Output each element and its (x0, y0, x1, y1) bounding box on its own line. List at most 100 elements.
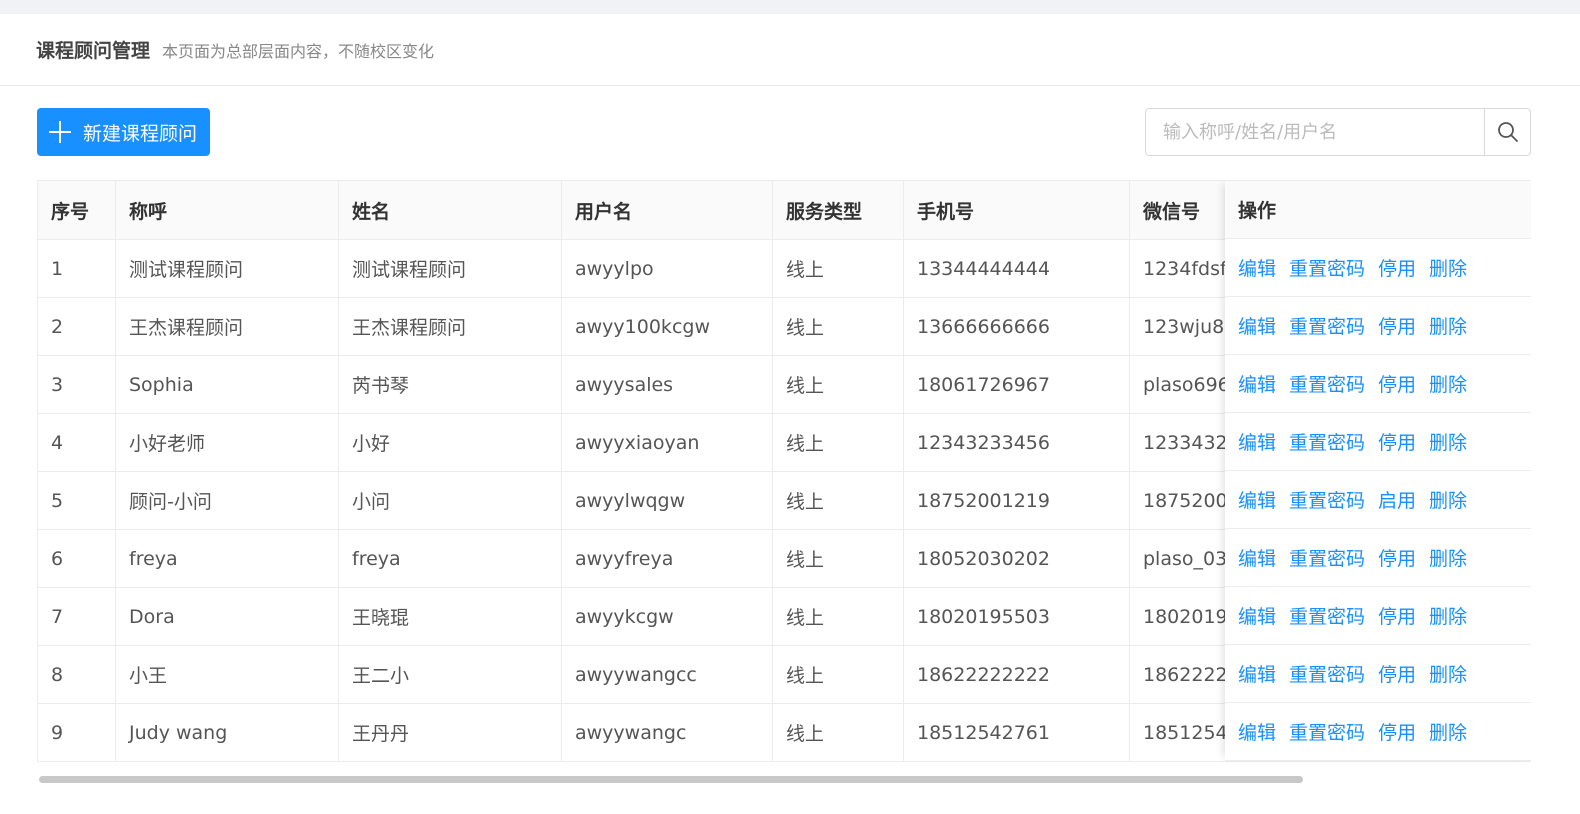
cell-name: 芮书琴 (338, 355, 562, 414)
cell-nickname: Sophia (115, 355, 339, 414)
cell-name: 王晓琨 (338, 587, 562, 646)
cell-phone: 12343233456 (903, 413, 1130, 472)
toggle-status-link[interactable]: 停用 (1378, 254, 1416, 281)
cell-phone: 18512542761 (903, 703, 1130, 762)
actions-cell: 编辑 重置密码 停用 删除 (1225, 645, 1531, 703)
cell-name: freya (338, 529, 562, 588)
cell-nickname: Dora (115, 587, 339, 646)
col-header-phone: 手机号 (903, 180, 1130, 240)
reset-password-link[interactable]: 重置密码 (1289, 718, 1365, 745)
cell-service: 线上 (772, 529, 904, 588)
delete-link[interactable]: 删除 (1429, 312, 1467, 339)
cell-service: 线上 (772, 703, 904, 762)
toggle-status-link[interactable]: 停用 (1378, 718, 1416, 745)
cell-phone: 18052030202 (903, 529, 1130, 588)
delete-link[interactable]: 删除 (1429, 370, 1467, 397)
page-subtitle: 本页面为总部层面内容，不随校区变化 (162, 41, 435, 61)
consultant-table: 序号 称呼 姓名 用户名 服务类型 手机号 微信号 1 测试课程顾问 测试课程顾问 a… (37, 180, 1531, 778)
actions-cell: 编辑 重置密码 启用 删除 (1225, 471, 1531, 529)
toolbar: 新建课程顾问 (37, 108, 1531, 156)
new-consultant-button[interactable]: 新建课程顾问 (37, 108, 211, 156)
actions-cell: 编辑 重置密码 停用 删除 (1225, 297, 1531, 355)
edit-link[interactable]: 编辑 (1238, 312, 1276, 339)
reset-password-link[interactable]: 重置密码 (1289, 544, 1365, 571)
toggle-status-link[interactable]: 停用 (1378, 370, 1416, 397)
col-header-name: 姓名 (338, 180, 562, 240)
delete-link[interactable]: 删除 (1429, 718, 1467, 745)
cell-name: 小好 (338, 413, 562, 472)
toggle-status-link[interactable]: 停用 (1378, 312, 1416, 339)
toggle-status-link[interactable]: 启用 (1378, 486, 1416, 513)
toggle-status-link[interactable]: 停用 (1378, 602, 1416, 629)
search-input[interactable] (1145, 108, 1484, 156)
cell-username: awyyxiaoyan (561, 413, 773, 472)
plus-icon (49, 121, 71, 143)
cell-service: 线上 (772, 587, 904, 646)
cell-index: 5 (37, 471, 116, 530)
search-box (1145, 108, 1531, 156)
edit-link[interactable]: 编辑 (1238, 602, 1276, 629)
cell-phone: 18020195503 (903, 587, 1130, 646)
reset-password-link[interactable]: 重置密码 (1289, 486, 1365, 513)
edit-link[interactable]: 编辑 (1238, 370, 1276, 397)
cell-nickname: Judy wang (115, 703, 339, 762)
page-header: 课程顾问管理 本页面为总部层面内容，不随校区变化 (0, 14, 1580, 86)
cell-nickname: 顾问-小问 (115, 471, 339, 530)
cell-index: 3 (37, 355, 116, 414)
cell-nickname: freya (115, 529, 339, 588)
cell-name: 王丹丹 (338, 703, 562, 762)
edit-link[interactable]: 编辑 (1238, 254, 1276, 281)
horizontal-scrollbar[interactable] (39, 776, 1303, 783)
toggle-status-link[interactable]: 停用 (1378, 544, 1416, 571)
cell-service: 线上 (772, 297, 904, 356)
cell-index: 1 (37, 239, 116, 298)
edit-link[interactable]: 编辑 (1238, 660, 1276, 687)
actions-cell: 编辑 重置密码 停用 删除 (1225, 703, 1531, 761)
reset-password-link[interactable]: 重置密码 (1289, 428, 1365, 455)
col-header-nickname: 称呼 (115, 180, 339, 240)
reset-password-link[interactable]: 重置密码 (1289, 660, 1365, 687)
cell-username: awyylpo (561, 239, 773, 298)
delete-link[interactable]: 删除 (1429, 660, 1467, 687)
page-title: 课程顾问管理 (36, 40, 151, 62)
reset-password-link[interactable]: 重置密码 (1289, 602, 1365, 629)
delete-link[interactable]: 删除 (1429, 486, 1467, 513)
edit-link[interactable]: 编辑 (1238, 486, 1276, 513)
cell-username: awyy100kcgw (561, 297, 773, 356)
cell-service: 线上 (772, 645, 904, 704)
cell-username: awyykcgw (561, 587, 773, 646)
col-header-index: 序号 (37, 180, 116, 240)
actions-cell: 编辑 重置密码 停用 删除 (1225, 413, 1531, 471)
cell-index: 7 (37, 587, 116, 646)
actions-cell: 编辑 重置密码 停用 删除 (1225, 529, 1531, 587)
cell-phone: 13344444444 (903, 239, 1130, 298)
cell-service: 线上 (772, 471, 904, 530)
cell-name: 王二小 (338, 645, 562, 704)
reset-password-link[interactable]: 重置密码 (1289, 370, 1365, 397)
cell-username: awyywangc (561, 703, 773, 762)
search-button[interactable] (1484, 108, 1531, 156)
toggle-status-link[interactable]: 停用 (1378, 660, 1416, 687)
cell-phone: 18061726967 (903, 355, 1130, 414)
search-icon (1497, 122, 1518, 142)
cell-username: awyywangcc (561, 645, 773, 704)
cell-index: 2 (37, 297, 116, 356)
cell-nickname: 测试课程顾问 (115, 239, 339, 298)
cell-phone: 18752001219 (903, 471, 1130, 530)
delete-link[interactable]: 删除 (1429, 254, 1467, 281)
cell-index: 9 (37, 703, 116, 762)
edit-link[interactable]: 编辑 (1238, 718, 1276, 745)
cell-username: awyysales (561, 355, 773, 414)
reset-password-link[interactable]: 重置密码 (1289, 254, 1365, 281)
cell-nickname: 王杰课程顾问 (115, 297, 339, 356)
delete-link[interactable]: 删除 (1429, 428, 1467, 455)
toggle-status-link[interactable]: 停用 (1378, 428, 1416, 455)
delete-link[interactable]: 删除 (1429, 602, 1467, 629)
edit-link[interactable]: 编辑 (1238, 428, 1276, 455)
edit-link[interactable]: 编辑 (1238, 544, 1276, 571)
reset-password-link[interactable]: 重置密码 (1289, 312, 1365, 339)
cell-username: awyylwqgw (561, 471, 773, 530)
cell-name: 小问 (338, 471, 562, 530)
cell-index: 8 (37, 645, 116, 704)
delete-link[interactable]: 删除 (1429, 544, 1467, 571)
